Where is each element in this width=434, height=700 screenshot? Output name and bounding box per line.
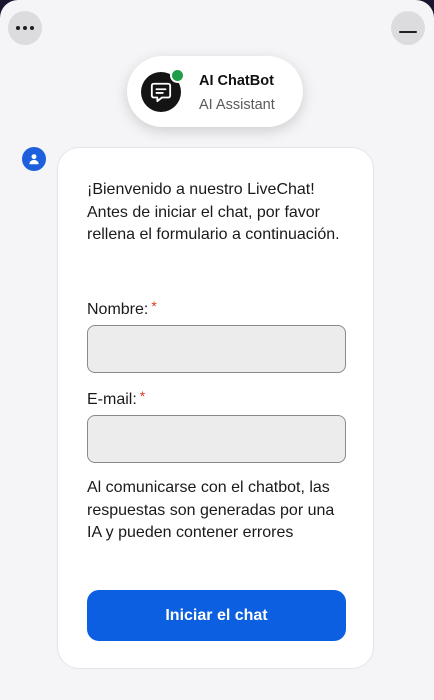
more-options-button[interactable]	[8, 11, 42, 45]
name-label: Nombre: *	[87, 298, 157, 319]
email-label: E-mail: *	[87, 388, 145, 409]
minimize-button[interactable]	[391, 11, 425, 45]
name-input[interactable]	[87, 325, 346, 373]
bot-name: AI ChatBot	[199, 73, 274, 89]
user-icon	[22, 147, 46, 171]
online-status-indicator	[170, 68, 185, 83]
bot-subtitle: AI Assistant	[199, 97, 275, 113]
more-horizontal-icon	[16, 26, 34, 30]
required-marker: *	[139, 388, 146, 404]
required-marker: *	[151, 298, 157, 314]
welcome-text: ¡Bienvenido a nuestro LiveChat! Antes de…	[87, 181, 340, 243]
chat-widget: AI ChatBot AI Assistant ¡Bienvenido a nu…	[0, 0, 434, 700]
email-label-text: E-mail:	[87, 391, 137, 408]
email-input[interactable]	[87, 415, 346, 463]
bot-header-card: AI ChatBot AI Assistant	[127, 56, 303, 127]
chat-bubble-icon	[150, 82, 172, 103]
welcome-message-card: ¡Bienvenido a nuestro LiveChat! Antes de…	[57, 147, 374, 669]
name-label-text: Nombre:	[87, 301, 149, 318]
minimize-icon	[399, 30, 417, 34]
ai-disclaimer-text: Al comunicarse con el chatbot, las respu…	[87, 479, 335, 541]
start-chat-button[interactable]: Iniciar el chat	[87, 590, 346, 641]
